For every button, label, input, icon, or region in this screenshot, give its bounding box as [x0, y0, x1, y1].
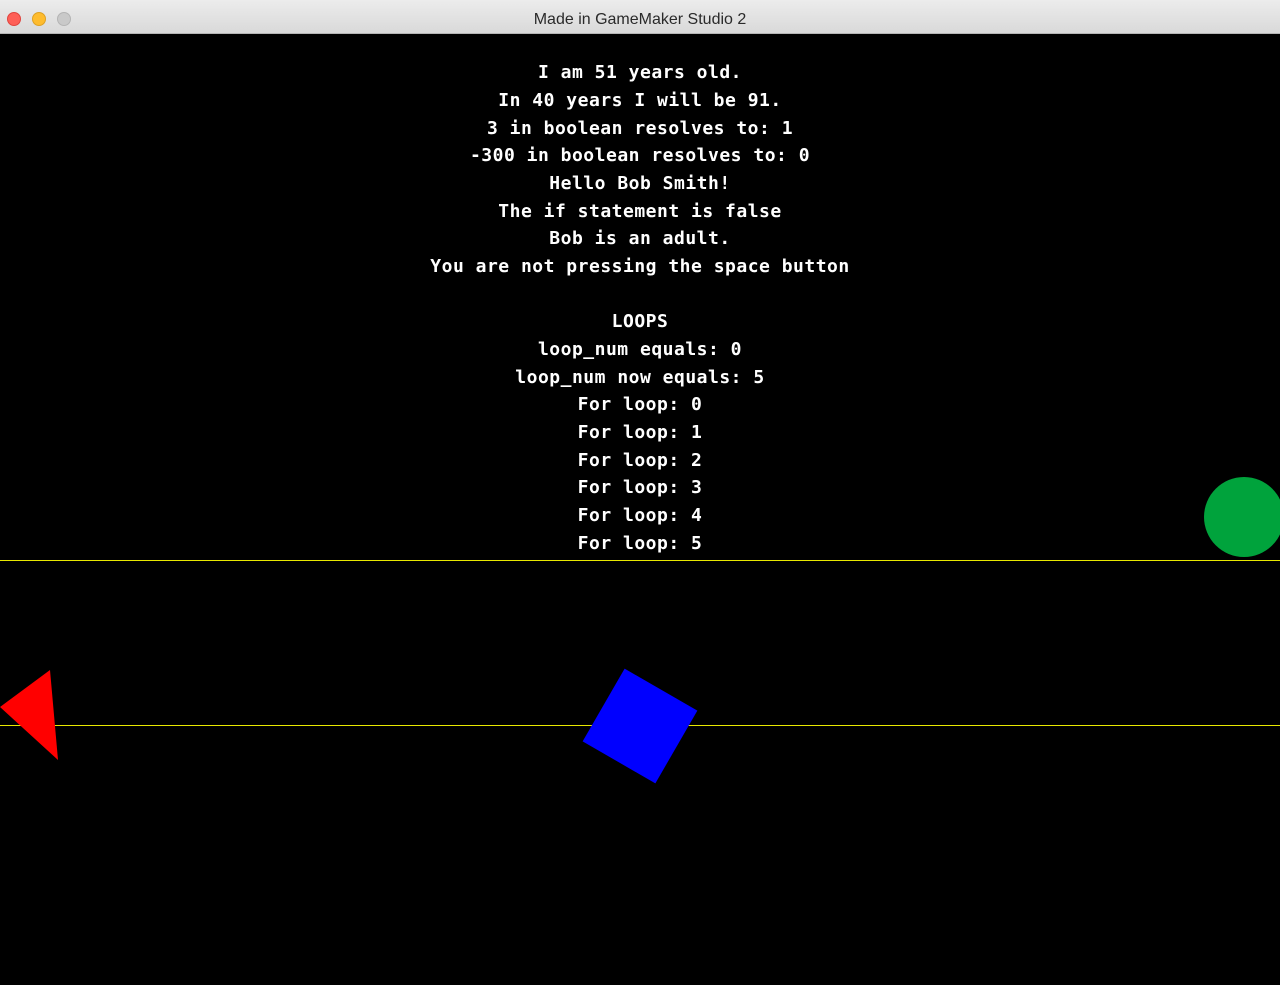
output-line: For loop: 2: [577, 450, 703, 471]
red-arrow-sprite: [0, 670, 58, 760]
output-line: 3 in boolean resolves to: 1: [486, 118, 794, 139]
output-line: -300 in boolean resolves to: 0: [469, 145, 811, 166]
output-line: Bob is an adult.: [549, 228, 731, 249]
arrow-shape: [0, 670, 58, 760]
output-line: For loop: 4: [577, 505, 703, 526]
output-line: The if statement is false: [498, 201, 782, 222]
blue-square-sprite: [582, 668, 698, 784]
output-line: For loop: 3: [577, 477, 703, 498]
output-line: In 40 years I will be 91.: [498, 90, 782, 111]
upper-guide-line: [0, 560, 1280, 561]
output-line: For loop: 0: [577, 394, 703, 415]
output-line: You are not pressing the space button: [430, 256, 850, 277]
game-canvas[interactable]: I am 51 years old. In 40 years I will be…: [0, 34, 1280, 985]
green-circle-sprite: [1204, 477, 1280, 557]
output-line: loop_num now equals: 5: [515, 367, 765, 388]
loops-heading: LOOPS: [611, 311, 669, 332]
game-window: Made in GameMaker Studio 2 I am 51 years…: [0, 0, 1280, 985]
output-line: Hello Bob Smith!: [549, 173, 731, 194]
output-line: I am 51 years old.: [537, 62, 743, 83]
output-line: loop_num equals: 0: [537, 339, 743, 360]
title-bar[interactable]: Made in GameMaker Studio 2: [0, 0, 1280, 34]
window-title: Made in GameMaker Studio 2: [533, 11, 747, 28]
output-line: For loop: 5: [577, 533, 703, 554]
output-line: For loop: 1: [577, 422, 703, 443]
